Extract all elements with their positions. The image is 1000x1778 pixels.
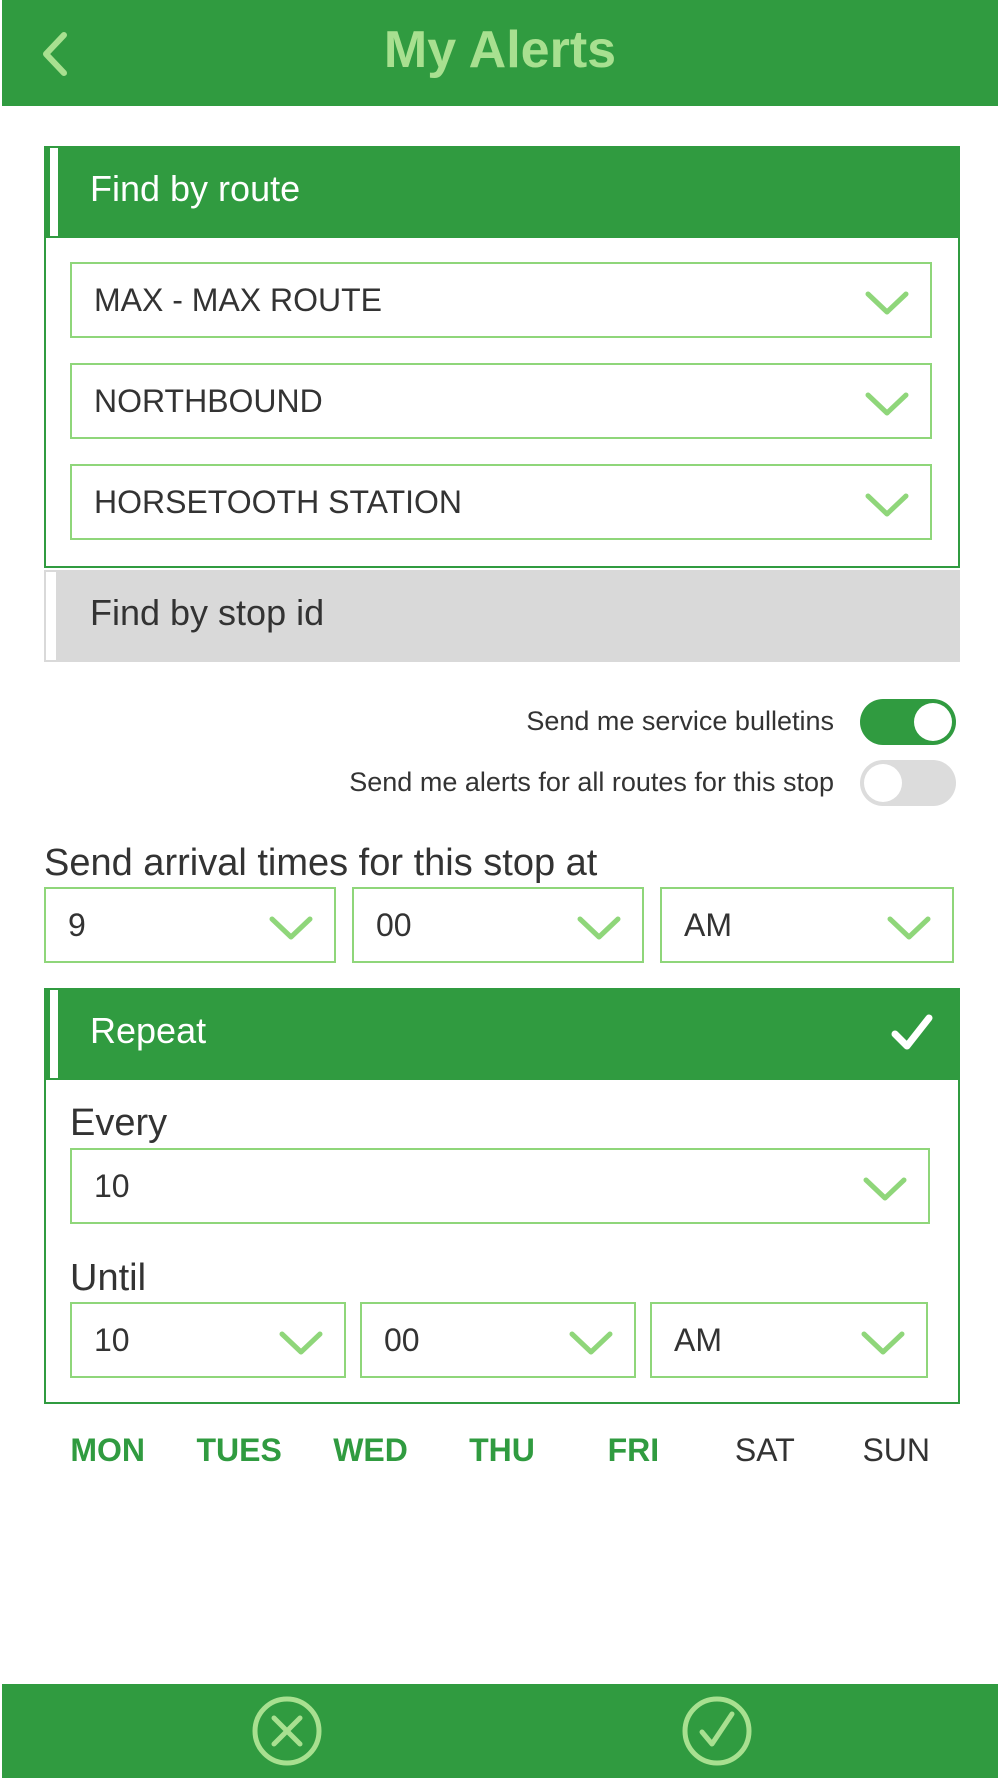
all-routes-label: Send me alerts for all routes for this s…	[349, 767, 834, 797]
panel-notch	[48, 146, 60, 238]
stop-select-value: HORSETOOTH STATION	[94, 484, 463, 520]
service-bulletins-label: Send me service bulletins	[526, 706, 834, 736]
until-hour-select[interactable]: 10	[70, 1302, 346, 1378]
arrival-minute-select[interactable]: 00	[352, 887, 644, 963]
chevron-down-icon	[863, 1177, 907, 1201]
until-ampm-select[interactable]: AM	[650, 1302, 928, 1378]
header-bar: My Alerts	[2, 0, 998, 106]
checkmark-icon[interactable]	[890, 1010, 934, 1054]
toggle-knob	[864, 764, 902, 802]
footer-bar	[2, 1684, 998, 1778]
day-thu[interactable]: THU	[436, 1432, 567, 1482]
arrival-hour-value: 9	[68, 907, 86, 943]
day-fri[interactable]: FRI	[568, 1432, 699, 1482]
chevron-down-icon	[577, 916, 621, 940]
app-frame: My Alerts Find by route MAX - MAX ROUTE …	[2, 0, 998, 1778]
arrival-hour-select[interactable]: 9	[44, 887, 336, 963]
find-by-route-title: Find by route	[90, 168, 301, 209]
route-select[interactable]: MAX - MAX ROUTE	[70, 262, 932, 338]
chevron-down-icon	[569, 1331, 613, 1355]
chevron-down-icon	[279, 1331, 323, 1355]
until-ampm-value: AM	[674, 1322, 722, 1358]
panel-notch	[44, 570, 58, 662]
until-minute-select[interactable]: 00	[360, 1302, 636, 1378]
arrival-ampm-select[interactable]: AM	[660, 887, 954, 963]
day-sat[interactable]: SAT	[699, 1432, 830, 1482]
chevron-down-icon	[865, 493, 909, 517]
chevron-down-icon	[887, 916, 931, 940]
until-minute-value: 00	[384, 1322, 420, 1358]
arrival-ampm-value: AM	[684, 907, 732, 943]
day-selector: MON TUES WED THU FRI SAT SUN	[42, 1432, 962, 1482]
repeat-title: Repeat	[90, 1010, 207, 1051]
arrival-time-label: Send arrival times for this stop at	[44, 842, 598, 884]
until-hour-value: 10	[94, 1322, 130, 1358]
route-select-value: MAX - MAX ROUTE	[94, 282, 383, 318]
find-by-stop-id-title: Find by stop id	[90, 592, 325, 633]
cancel-circle-icon	[252, 1696, 322, 1766]
day-wed[interactable]: WED	[305, 1432, 436, 1482]
stop-select[interactable]: HORSETOOTH STATION	[70, 464, 932, 540]
chevron-down-icon	[865, 291, 909, 315]
chevron-down-icon	[269, 916, 313, 940]
all-routes-toggle[interactable]	[860, 760, 956, 806]
find-by-route-header[interactable]: Find by route	[44, 146, 960, 238]
day-mon[interactable]: MON	[42, 1432, 173, 1482]
every-select-value: 10	[94, 1168, 130, 1204]
direction-select[interactable]: NORTHBOUND	[70, 363, 932, 439]
service-bulletins-toggle[interactable]	[860, 699, 956, 745]
chevron-down-icon	[861, 1331, 905, 1355]
cancel-button[interactable]	[250, 1694, 324, 1768]
panel-notch	[48, 988, 60, 1080]
day-tues[interactable]: TUES	[173, 1432, 304, 1482]
chevron-down-icon	[865, 392, 909, 416]
find-by-stop-id-header[interactable]: Find by stop id	[44, 570, 960, 662]
until-label: Until	[70, 1257, 147, 1299]
direction-select-value: NORTHBOUND	[94, 383, 323, 419]
day-sun[interactable]: SUN	[831, 1432, 962, 1482]
confirm-button[interactable]	[680, 1694, 754, 1768]
arrival-minute-value: 00	[376, 907, 412, 943]
toggle-knob	[914, 703, 952, 741]
every-label: Every	[70, 1102, 168, 1144]
every-select[interactable]: 10	[70, 1148, 930, 1224]
page-title: My Alerts	[383, 21, 617, 79]
repeat-header[interactable]: Repeat	[44, 988, 960, 1080]
check-circle-icon	[682, 1696, 752, 1766]
